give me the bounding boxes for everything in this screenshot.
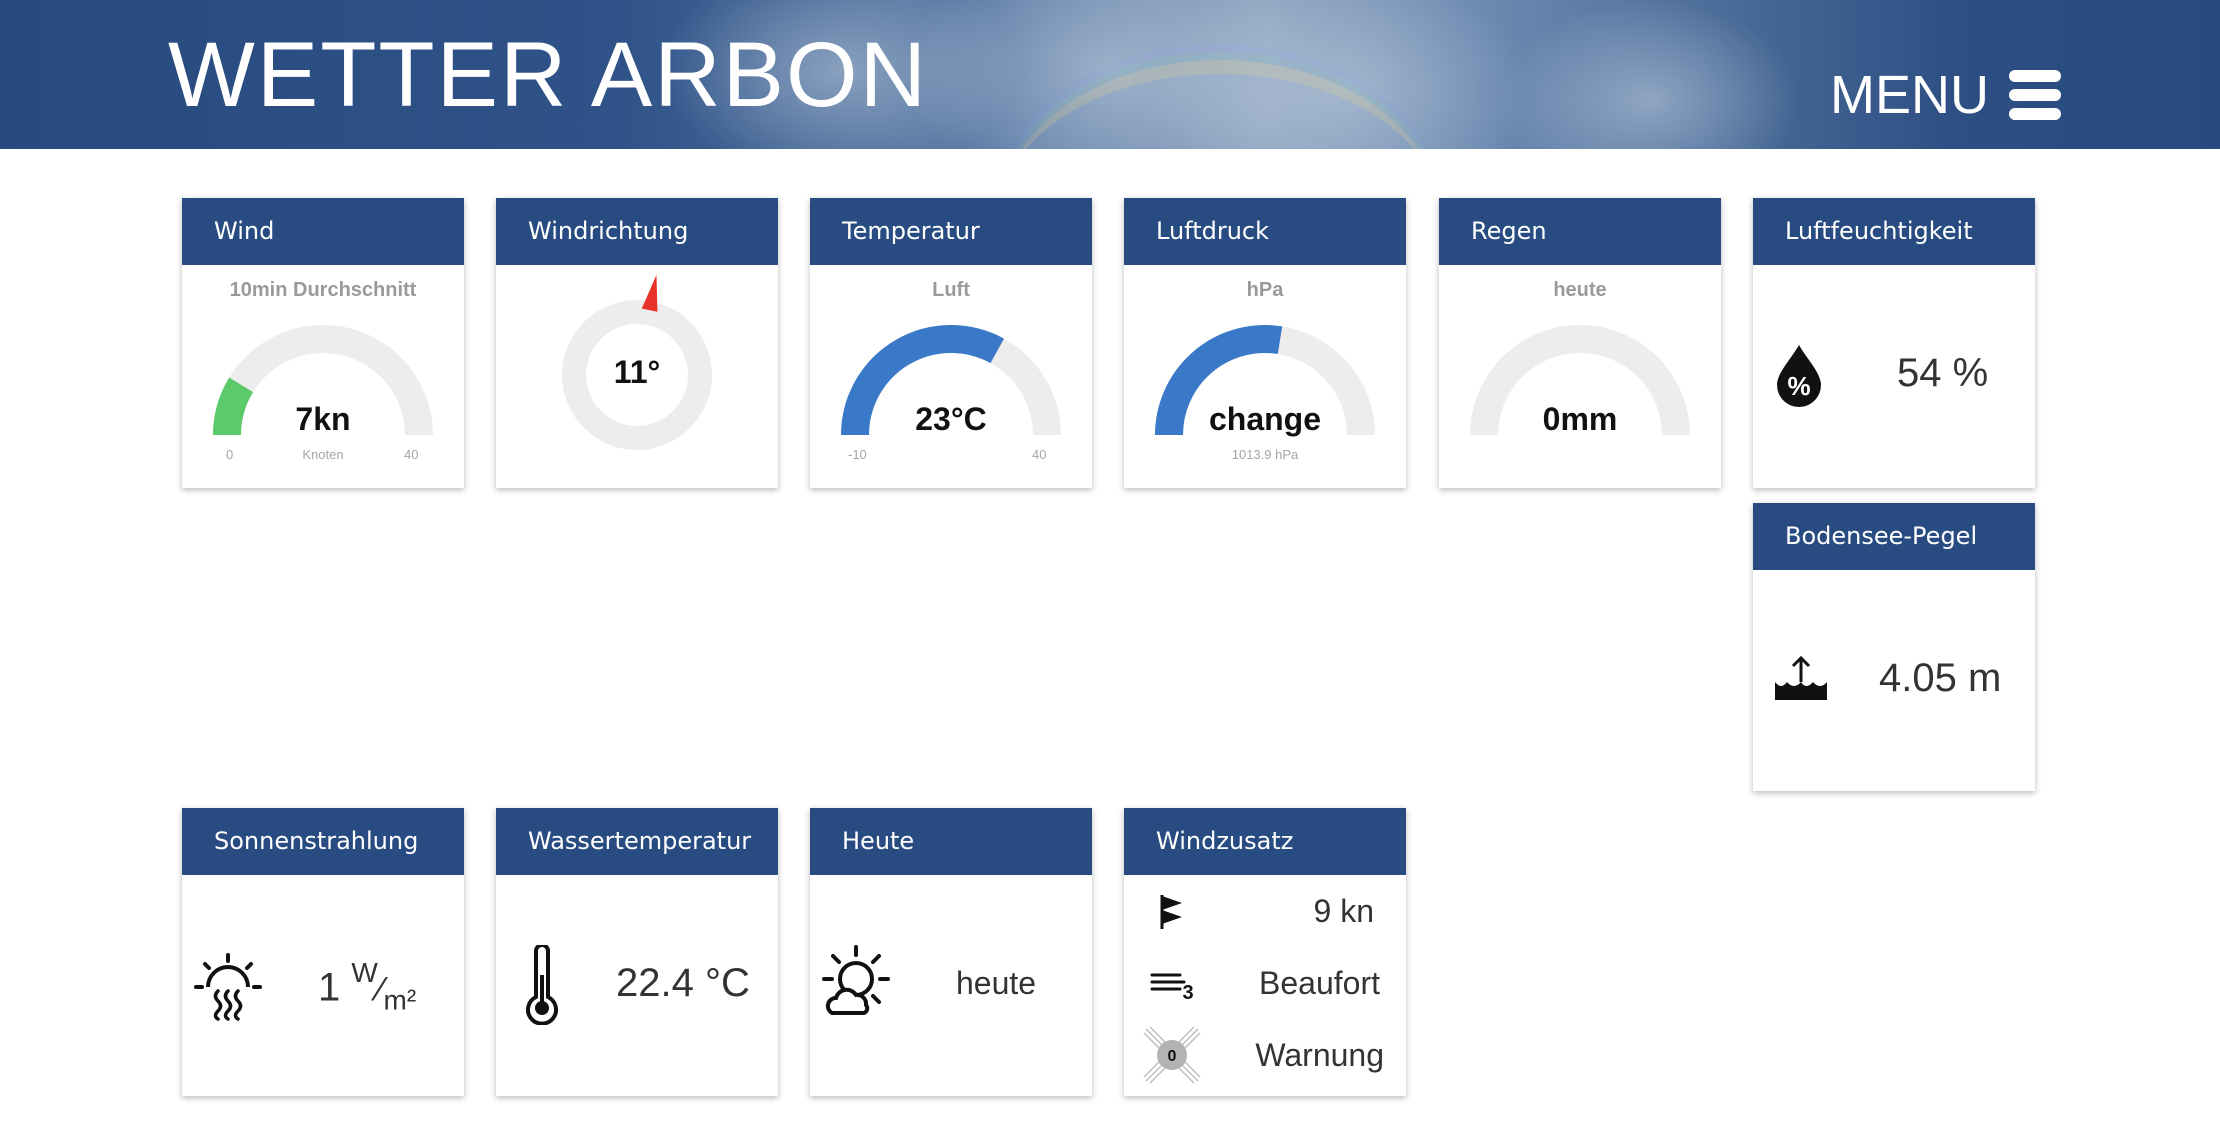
warning-badge: 0 [1168, 1048, 1177, 1065]
temperatur-card: Temperatur Luft 23°C -10 40 [810, 198, 1092, 488]
thermometer-icon [526, 945, 558, 1025]
svg-text:3: 3 [1182, 982, 1193, 1001]
luftdruck-card-title: Luftdruck [1124, 198, 1406, 265]
hamburger-icon [2009, 70, 2061, 120]
wassertemperatur-card-title: Wassertemperatur [496, 808, 778, 875]
wind-card: Wind 10min Durchschnitt 7kn 0 Knoten 40 [182, 198, 464, 488]
sonnenstrahlung-unit-denominator: m² [383, 984, 417, 1016]
menu-button[interactable]: MENU [1830, 60, 2061, 130]
heute-value: heute [956, 965, 1037, 1001]
menu-label: MENU [1830, 65, 1989, 125]
sonnenstrahlung-unit-numerator: W [351, 957, 378, 988]
pegel-card: Bodensee-Pegel 4.05 m [1753, 503, 2035, 791]
regen-card: Regen heute 0mm [1439, 198, 1721, 488]
flag-icon [1160, 895, 1182, 929]
luftfeuchtigkeit-card-title: Luftfeuchtigkeit [1753, 198, 2035, 265]
windzusatz-row-1-value: Beaufort [1259, 965, 1380, 1001]
windrichtung-card-title: Windrichtung [496, 198, 778, 265]
windrichtung-value: 11° [613, 354, 661, 390]
wind-card-title: Wind [182, 198, 464, 265]
humidity-drop-icon: % [1777, 345, 1821, 407]
temperatur-min-label: -10 [848, 447, 867, 462]
pegel-value: 4.05 m [1879, 656, 2002, 700]
temperatur-max-label: 40 [1032, 447, 1047, 462]
sonnenstrahlung-card-title: Sonnenstrahlung [182, 808, 464, 875]
water-level-icon [1775, 655, 1827, 700]
windzusatz-row-0-value: 9 kn [1313, 893, 1374, 929]
windzusatz-row-2-value: Warnung [1255, 1037, 1384, 1073]
wind-value: 7kn [295, 401, 351, 437]
windzusatz-card: Windzusatz 9 kn 3 Beaufort 0 Warnung [1124, 808, 1406, 1096]
temperatur-value: 23°C [915, 401, 987, 437]
beaufort-wind-icon: 3 [1150, 973, 1194, 1001]
wind-max-label: 40 [404, 447, 419, 462]
windrichtung-card: Windrichtung 11° [496, 198, 778, 488]
sun-heat-icon [194, 953, 262, 1021]
wassertemperatur-card: Wassertemperatur 22.4 °C [496, 808, 778, 1096]
luftfeuchtigkeit-value: 54 % [1897, 351, 1989, 395]
regen-gauge [1470, 325, 1690, 436]
regen-card-title: Regen [1439, 198, 1721, 265]
regen-value: 0mm [1542, 401, 1618, 437]
wind-unit-label: Knoten [302, 447, 344, 462]
luftfeuchtigkeit-card: Luftfeuchtigkeit % 54 % [1753, 198, 2035, 488]
sonnenstrahlung-value: 1 W⁄m² [318, 957, 417, 1016]
pegel-card-title: Bodensee-Pegel [1753, 503, 2035, 570]
svg-text:%: % [1787, 371, 1810, 401]
heute-card: Heute heute [810, 808, 1092, 1096]
heute-card-title: Heute [810, 808, 1092, 875]
sonnenstrahlung-number: 1 [318, 965, 341, 1010]
luftdruck-value: change [1208, 401, 1322, 437]
luftdruck-small-label: 1013.9 hPa [1231, 447, 1299, 462]
sonnenstrahlung-card: Sonnenstrahlung 1 W⁄m² [182, 808, 464, 1096]
temperatur-card-title: Temperatur [810, 198, 1092, 265]
windzusatz-card-title: Windzusatz [1124, 808, 1406, 875]
wassertemperatur-value: 22.4 °C [616, 961, 750, 1005]
sun-cloud-icon [822, 945, 890, 1015]
site-title: WETTER ARBON [168, 24, 929, 126]
luftdruck-card: Luftdruck hPa change 1013.9 hPa [1124, 198, 1406, 488]
warning-light-icon: 0 [1143, 1026, 1201, 1084]
site-header: WETTER ARBON MENU [0, 0, 2220, 149]
